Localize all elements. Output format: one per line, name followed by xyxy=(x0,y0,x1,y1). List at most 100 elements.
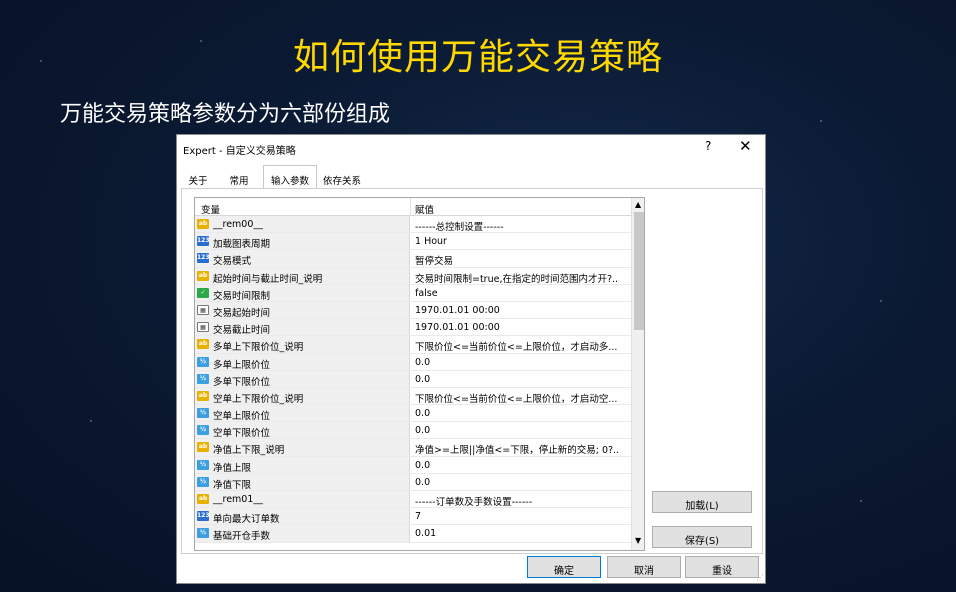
tab-about[interactable]: 关于 xyxy=(183,168,213,188)
variable-cell[interactable]: ½ 空单下限价位 xyxy=(195,422,410,439)
variable-name: 净值上限 xyxy=(213,462,252,474)
variable-value[interactable]: 0.0 xyxy=(415,357,627,368)
variable-cell[interactable]: ½ 净值下限 xyxy=(195,473,410,491)
variable-value[interactable]: 0.0 xyxy=(415,425,627,436)
variable-value[interactable]: 0.0 xyxy=(415,477,627,488)
variable-value[interactable]: 下限价位<=当前价位<=上限价位，才启动多... xyxy=(415,339,627,353)
variable-name: __rem00__ xyxy=(213,219,263,230)
star-decoration xyxy=(820,120,822,122)
table-row[interactable]: ▦ 交易截止时间 1970.01.01 00:00 xyxy=(195,319,631,337)
ok-button[interactable]: 确定 xyxy=(527,556,601,578)
table-row[interactable]: ab 空单上下限价位_说明 下限价位<=当前价位<=上限价位，才启动空... xyxy=(195,387,631,406)
variable-value[interactable]: false xyxy=(415,288,627,299)
param-type-icon: ab xyxy=(197,219,209,229)
inputs-panel: 变量 赋值 ab __rem00__ ------总控制设置------ 123 加载图… xyxy=(181,188,763,554)
vertical-scrollbar[interactable]: ▲ ▼ xyxy=(631,198,644,550)
table-row[interactable]: ✓ 交易时间限制 false xyxy=(195,284,631,302)
variable-name: 基础开仓手数 xyxy=(213,531,271,543)
variable-cell[interactable]: ½ 多单下限价位 xyxy=(195,370,410,388)
scroll-down-icon[interactable]: ▼ xyxy=(635,536,641,545)
table-row[interactable]: 123 单向最大订单数 7 xyxy=(195,508,631,526)
variable-value[interactable]: 暂停交易 xyxy=(415,253,627,267)
table-row[interactable]: ½ 空单下限价位 0.0 xyxy=(195,422,631,440)
variable-cell[interactable]: ab 净值上下限_说明 xyxy=(195,439,410,457)
param-type-icon: ▦ xyxy=(197,304,209,315)
variable-value[interactable]: 交易时间限制=true,在指定的时间范围内才开?.. xyxy=(415,271,627,285)
resize-grip-icon[interactable]: ⋰ xyxy=(756,573,764,582)
grid-header: 变量 赋值 xyxy=(195,198,631,216)
param-type-icon: ½ xyxy=(197,528,209,539)
variable-value[interactable]: 0.01 xyxy=(415,528,627,539)
param-type-icon: ½ xyxy=(197,373,209,384)
variable-cell[interactable]: 123 单向最大订单数 xyxy=(195,508,410,525)
help-button[interactable]: ? xyxy=(705,139,711,153)
variable-name: 空单上限价位 xyxy=(213,411,271,423)
tab-inputs[interactable]: 输入参数 xyxy=(263,165,317,189)
variable-name: 多单上下限价位_说明 xyxy=(213,342,304,354)
variable-cell[interactable]: 123 交易模式 xyxy=(195,250,410,267)
table-row[interactable]: ▦ 交易起始时间 1970.01.01 00:00 xyxy=(195,301,631,320)
param-type-icon: ab xyxy=(197,494,209,504)
table-row[interactable]: ½ 净值上限 0.0 xyxy=(195,456,631,474)
table-row[interactable]: ½ 多单下限价位 0.0 xyxy=(195,370,631,388)
variable-name: 净值上下限_说明 xyxy=(213,445,285,457)
variable-value[interactable]: ------总控制设置------ xyxy=(415,219,627,233)
variable-cell[interactable]: ▦ 交易起始时间 xyxy=(195,301,410,319)
variable-cell[interactable]: ▦ 交易截止时间 xyxy=(195,319,410,336)
variable-cell[interactable]: ½ 空单上限价位 xyxy=(195,405,410,423)
variable-cell[interactable]: ✓ 交易时间限制 xyxy=(195,284,410,302)
table-row[interactable]: ab __rem01__ ------订单数及手数设置------ xyxy=(195,491,631,509)
load-button[interactable]: 加载(L) xyxy=(652,491,752,513)
table-row[interactable]: ½ 多单上限价位 0.0 xyxy=(195,353,631,371)
table-row[interactable]: ½ 空单上限价位 0.0 xyxy=(195,405,631,423)
variable-value[interactable]: 净值>=上限||净值<=下限，停止新的交易; 0?.. xyxy=(415,442,627,456)
variable-cell[interactable]: 123 加载图表周期 xyxy=(195,233,410,250)
variable-cell[interactable]: ab __rem00__ xyxy=(195,216,410,233)
table-row[interactable]: ½ 基础开仓手数 0.01 xyxy=(195,525,631,543)
variable-cell[interactable]: ½ 多单上限价位 xyxy=(195,353,410,371)
param-type-icon: ab xyxy=(197,270,209,281)
table-row[interactable]: ab __rem00__ ------总控制设置------ xyxy=(195,216,631,234)
tab-common[interactable]: 常用 xyxy=(223,168,255,188)
param-type-icon: ½ xyxy=(197,356,209,367)
star-decoration xyxy=(90,420,92,422)
tab-dependencies[interactable]: 依存关系 xyxy=(317,168,367,188)
table-row[interactable]: 123 加载图表周期 1 Hour xyxy=(195,233,631,251)
variable-value[interactable]: 7 xyxy=(415,511,627,522)
star-decoration xyxy=(860,500,862,502)
column-header-variable[interactable]: 变量 xyxy=(201,202,220,216)
variable-name: 交易起始时间 xyxy=(213,307,271,319)
variable-value[interactable]: 0.0 xyxy=(415,460,627,471)
scroll-up-icon[interactable]: ▲ xyxy=(635,200,641,209)
table-row[interactable]: ab 净值上下限_说明 净值>=上限||净值<=下限，停止新的交易; 0?.. xyxy=(195,439,631,457)
scrollbar-thumb[interactable] xyxy=(634,212,644,330)
param-type-icon: 123 xyxy=(197,511,210,522)
variable-cell[interactable]: ½ 净值上限 xyxy=(195,456,410,474)
cancel-button[interactable]: 取消 xyxy=(607,556,681,578)
save-button[interactable]: 保存(S) xyxy=(652,526,752,548)
table-row[interactable]: ½ 净值下限 0.0 xyxy=(195,473,631,491)
variable-value[interactable]: 1970.01.01 00:00 xyxy=(415,305,627,316)
close-icon[interactable]: ✕ xyxy=(739,137,752,155)
variable-value[interactable]: ------订单数及手数设置------ xyxy=(415,494,627,508)
variable-value[interactable]: 下限价位<=当前价位<=上限价位，才启动空... xyxy=(415,391,627,405)
table-row[interactable]: ab 多单上下限价位_说明 下限价位<=当前价位<=上限价位，才启动多... xyxy=(195,336,631,354)
slide-title: 如何使用万能交易策略 xyxy=(292,37,663,78)
dialog-titlebar: Expert - 自定义交易策略 ? ✕ xyxy=(177,135,765,161)
param-type-icon: ½ xyxy=(197,476,209,487)
column-header-value[interactable]: 赋值 xyxy=(415,202,434,216)
variable-cell[interactable]: ½ 基础开仓手数 xyxy=(195,525,410,543)
reset-button[interactable]: 重设 xyxy=(685,556,759,578)
variable-value[interactable]: 1970.01.01 00:00 xyxy=(415,322,627,333)
variable-value[interactable]: 0.0 xyxy=(415,408,627,419)
variable-cell[interactable]: ab 起始时间与截止时间_说明 xyxy=(195,267,410,285)
variable-cell[interactable]: ab __rem01__ xyxy=(195,491,410,508)
variable-name: 交易时间限制 xyxy=(213,290,271,302)
variable-value[interactable]: 0.0 xyxy=(415,374,627,385)
variable-value[interactable]: 1 Hour xyxy=(415,236,627,247)
variable-cell[interactable]: ab 空单上下限价位_说明 xyxy=(195,387,410,405)
table-row[interactable]: 123 交易模式 暂停交易 xyxy=(195,250,631,268)
parameters-grid: 变量 赋值 ab __rem00__ ------总控制设置------ 123 加载图… xyxy=(194,197,645,551)
variable-cell[interactable]: ab 多单上下限价位_说明 xyxy=(195,336,410,354)
table-row[interactable]: ab 起始时间与截止时间_说明 交易时间限制=true,在指定的时间范围内才开?.. xyxy=(195,267,631,285)
